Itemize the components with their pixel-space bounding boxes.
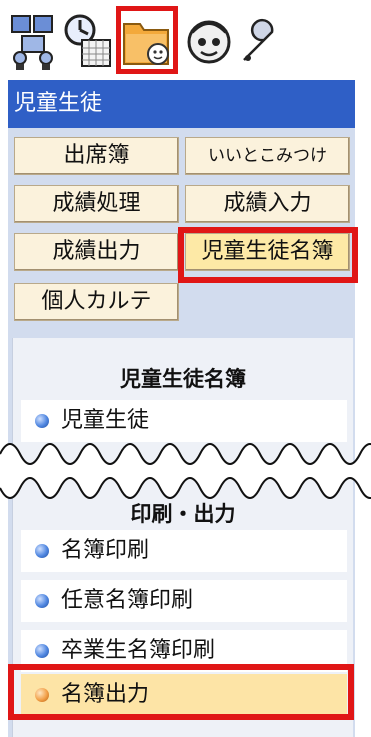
grade-input-button[interactable]: 成績入力: [185, 185, 350, 223]
list-item[interactable]: 名簿印刷: [21, 530, 347, 572]
cut-wave-divider: [0, 443, 371, 499]
bullet-icon: [35, 414, 49, 428]
roster-button-highlight: [178, 227, 358, 283]
bullet-icon: [35, 594, 49, 608]
helper-face-icon[interactable]: [184, 10, 234, 72]
personal-chart-button[interactable]: 個人カルテ: [14, 283, 179, 321]
roster-section-title: 児童生徒名簿: [120, 367, 246, 391]
list-item[interactable]: 任意名簿印刷: [21, 580, 347, 622]
bullet-icon: [35, 544, 49, 558]
selected-tool-highlight: [116, 6, 178, 74]
list-item-label: 卒業生名簿印刷: [61, 638, 216, 663]
output-item-highlight: [8, 664, 354, 720]
grade-processing-button[interactable]: 成績処理: [14, 185, 179, 223]
icon-toolbar: [0, 0, 371, 78]
attendance-button[interactable]: 出席簿: [14, 137, 179, 175]
list-item-label: 児童生徒: [61, 408, 150, 433]
wrench-icon[interactable]: [236, 10, 286, 72]
users-icon[interactable]: [8, 10, 58, 72]
bullet-icon: [35, 644, 49, 658]
clock-calendar-icon[interactable]: [62, 10, 112, 72]
list-item-label: 名簿印刷: [61, 538, 150, 563]
grade-output-button[interactable]: 成績出力: [14, 233, 179, 271]
good-points-button[interactable]: いいとこみつけ: [185, 137, 350, 175]
panel-header: 児童生徒: [8, 80, 355, 128]
list-item-label: 任意名簿印刷: [61, 588, 194, 613]
